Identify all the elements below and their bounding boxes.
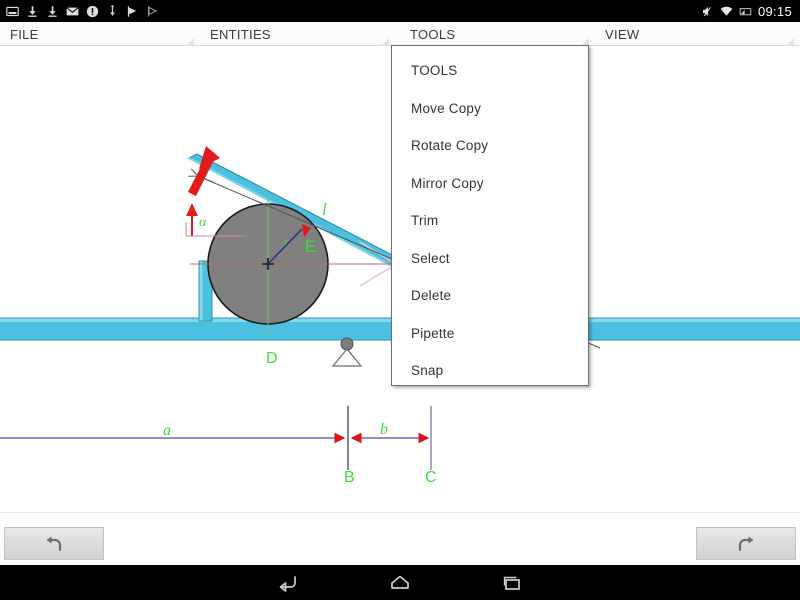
app-root: 09:15 FILE ENTITIES TOOLS VIEW α l E r D… (0, 0, 800, 600)
battery-icon (739, 7, 752, 15)
dropdown-item-label: Move Copy (411, 100, 482, 116)
dropdown-item-label: Pipette (411, 325, 455, 341)
home-icon[interactable] (388, 572, 412, 594)
menu-item-tools[interactable]: TOOLS (400, 22, 595, 46)
dropdown-item-label: Trim (411, 213, 439, 229)
dimension-b-label: b (380, 421, 388, 438)
bottom-toolbar (0, 512, 800, 565)
mail-icon (66, 6, 79, 15)
android-status-bar: 09:15 (0, 0, 800, 22)
menu-corner-icon (786, 38, 794, 46)
point-d-label: D (266, 350, 278, 367)
status-bar-notification-icons (0, 4, 159, 18)
download-icon (28, 5, 37, 17)
angle-alpha-label: α (199, 215, 207, 230)
menu-item-label: TOOLS (410, 26, 456, 42)
dropdown-item-label: TOOLS (411, 63, 458, 79)
wheel-circle (190, 196, 410, 336)
length-l-label: l (322, 200, 327, 219)
dropdown-item-label: Rotate Copy (411, 138, 489, 154)
play-flag-icon (127, 5, 137, 17)
mute-icon (702, 6, 711, 16)
dropdown-item-tools[interactable]: TOOLS (392, 52, 588, 90)
status-bar-clock: 09:15 (757, 3, 792, 19)
dropdown-item-label: Delete (411, 288, 452, 304)
wifi-icon (720, 6, 733, 16)
usb-icon (110, 4, 115, 16)
menu-item-label: FILE (10, 26, 39, 42)
menu-corner-icon (381, 38, 389, 46)
screenshot-icon (6, 6, 19, 16)
menu-item-file[interactable]: FILE (0, 22, 200, 46)
menu-item-label: VIEW (605, 26, 640, 42)
alert-icon (86, 5, 99, 17)
point-e-label: E (305, 237, 316, 256)
menu-item-entities[interactable]: ENTITIES (200, 22, 395, 46)
android-nav-bar (0, 565, 800, 600)
redo-icon (738, 536, 754, 551)
back-icon[interactable] (276, 572, 300, 594)
redo-button[interactable] (696, 527, 796, 560)
dropdown-item-move-copy[interactable]: Move Copy (392, 90, 588, 128)
menu-item-view[interactable]: VIEW (595, 22, 800, 46)
dimension-a-label: a (163, 422, 171, 439)
menu-corner-icon (186, 38, 194, 46)
dropdown-item-trim[interactable]: Trim (392, 202, 588, 240)
dropdown-item-label: Mirror Copy (411, 175, 484, 191)
undo-button[interactable] (4, 527, 104, 560)
undo-icon (46, 536, 62, 551)
dropdown-item-label: Select (411, 250, 450, 266)
status-bar-system-icons: 09:15 (701, 4, 800, 19)
dropdown-item-delete[interactable]: Delete (392, 277, 588, 315)
dropdown-item-select[interactable]: Select (392, 240, 588, 278)
dropdown-item-mirror-copy[interactable]: Mirror Copy (392, 165, 588, 203)
dropdown-item-snap[interactable]: Snap (392, 352, 588, 390)
radius-r-label: r (284, 234, 289, 248)
tools-dropdown-menu[interactable]: TOOLS Move Copy Rotate Copy Mirror Copy … (391, 45, 589, 386)
menu-bar: FILE ENTITIES TOOLS VIEW (0, 22, 800, 53)
dimension-lines (0, 406, 432, 470)
dropdown-item-rotate-copy[interactable]: Rotate Copy (392, 127, 588, 165)
point-c-label: C (425, 469, 437, 486)
recents-icon[interactable] (500, 572, 524, 594)
download-icon (48, 5, 57, 17)
roller-support (331, 337, 363, 367)
dropdown-item-label: Snap (411, 363, 444, 379)
point-b-label: B (344, 469, 355, 486)
dropdown-item-pipette[interactable]: Pipette (392, 315, 588, 353)
menu-item-label: ENTITIES (210, 26, 271, 42)
play-outline-icon (147, 5, 158, 17)
